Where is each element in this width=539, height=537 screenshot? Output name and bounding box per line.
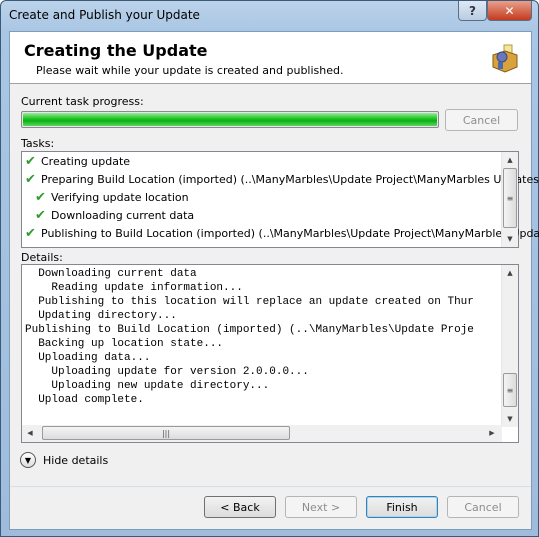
checkmark-icon: ✔ [35,208,46,223]
log-line: Uploading data... [25,352,151,364]
progress-fill [23,113,437,126]
finish-button[interactable]: Finish [366,496,438,518]
log-line: Downloading current data [25,268,197,280]
task-item: ✔ Verifying update location [35,190,189,205]
help-button[interactable]: ? [458,1,487,21]
tasks-list[interactable]: ✔ Creating update ✔ Preparing Build Locati… [21,151,539,248]
log-line: Uploading update for version 2.0.0.0... [25,366,309,378]
checkmark-icon: ✔ [25,226,36,241]
progress-cancel-button[interactable]: Cancel [445,109,518,131]
task-progress-bar [21,111,439,128]
page-subtitle: Please wait while your update is created… [36,64,344,77]
log-line: Backing up location state... [25,338,224,350]
details-horizontal-scrollbar[interactable]: ◀ ||| ▶ [22,425,502,442]
log-line: Publishing to this location will replace… [25,296,474,308]
scroll-down-icon[interactable]: ▼ [502,411,518,427]
progress-label: Current task progress: [21,95,144,108]
window-title: Create and Publish your Update [9,8,200,22]
log-line: Uploading new update directory... [25,380,270,392]
log-line: Reading update information... [25,282,243,294]
scroll-right-icon[interactable]: ▶ [484,425,500,441]
scroll-up-icon[interactable]: ▲ [502,152,518,168]
next-button[interactable]: Next > [285,496,357,518]
tasks-label: Tasks: [21,137,55,150]
page-title: Creating the Update [24,41,208,60]
dialog-client: Creating the Update Please wait while yo… [9,31,539,530]
hide-details-toggle[interactable]: Hide details [43,454,108,467]
tasks-vertical-scrollbar[interactable]: ▲ ≡ ▼ [501,152,518,247]
scroll-up-icon[interactable]: ▲ [502,265,518,281]
scroll-left-icon[interactable]: ◀ [22,425,38,441]
scroll-thumb[interactable]: ≡ [503,168,517,228]
scroll-down-icon[interactable]: ▼ [502,231,518,247]
task-item: ✔ Publishing to Build Location (imported)… [25,226,539,241]
task-item: ✔ Creating update [25,154,131,169]
chevron-down-icon[interactable]: ▼ [20,452,36,468]
wizard-header: Creating the Update Please wait while yo… [10,32,531,84]
details-label: Details: [21,251,63,264]
checkmark-icon: ✔ [25,172,36,187]
log-line: Publishing to Build Location (imported) … [25,324,474,336]
task-item: ✔ Downloading current data [35,208,195,223]
task-item: ✔ Preparing Build Location (imported) (..… [25,172,539,187]
back-button[interactable]: < Back [204,496,276,518]
details-vertical-scrollbar[interactable]: ▲ ≡ ▼ [501,265,518,427]
close-button[interactable]: ✕ [487,1,532,21]
checkmark-icon: ✔ [35,190,46,205]
log-line: Upload complete. [25,394,144,406]
details-text: Downloading current data Reading update … [25,267,474,407]
checkmark-icon: ✔ [25,154,36,169]
package-gear-icon [492,44,518,73]
details-log[interactable]: Downloading current data Reading update … [21,264,519,443]
footer-divider [10,486,531,487]
scroll-thumb[interactable]: ≡ [503,373,517,407]
log-line: Updating directory... [25,310,177,322]
scroll-thumb[interactable]: ||| [42,426,290,440]
cancel-button[interactable]: Cancel [447,496,519,518]
dialog-window: Create and Publish your Update ? ✕ Creat… [0,0,539,537]
